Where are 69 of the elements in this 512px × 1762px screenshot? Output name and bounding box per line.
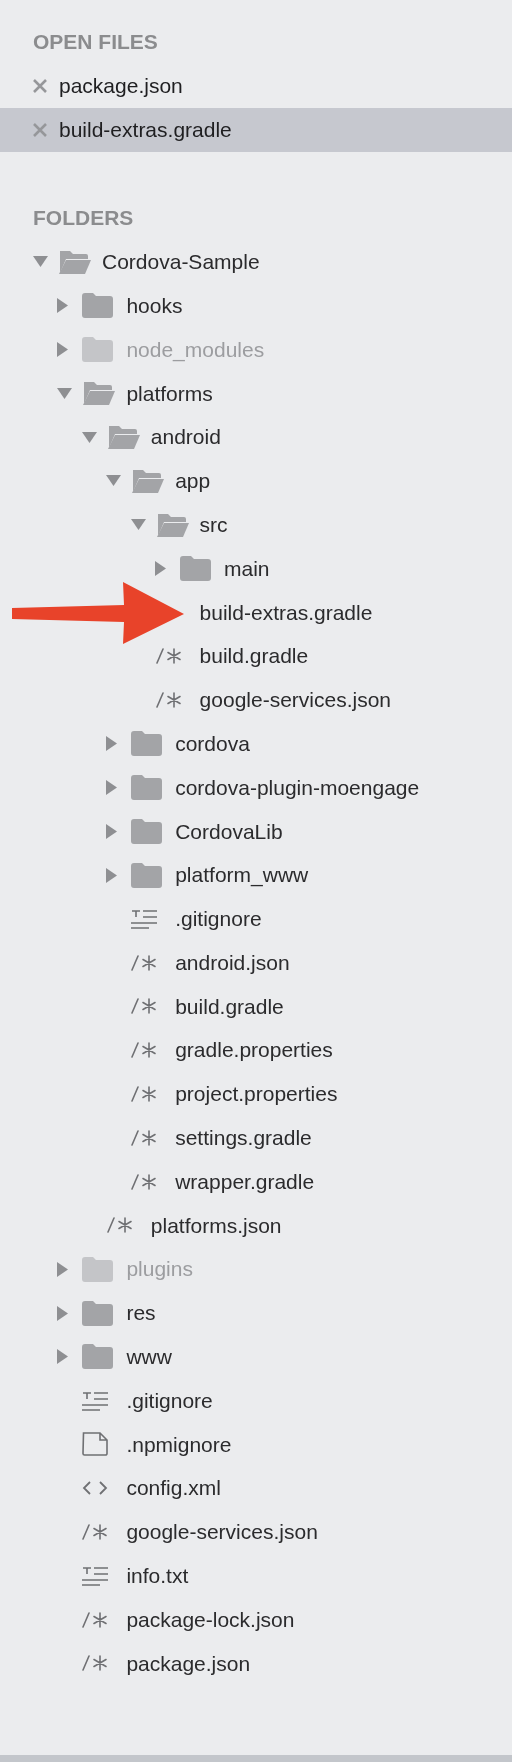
caret-right-icon[interactable] (155, 560, 166, 576)
tree-item[interactable]: res (126, 1297, 156, 1329)
tree-item[interactable]: platforms.json (150, 1209, 282, 1242)
code-file-icon (82, 1524, 109, 1540)
tree-item[interactable]: build.gradle (199, 640, 309, 672)
tree-item[interactable]: www (126, 1341, 172, 1373)
caret-right-icon[interactable] (57, 342, 69, 357)
open-file-tab[interactable]: build-extras.gradle (0, 108, 512, 152)
code-file-icon (131, 998, 158, 1015)
tree-item[interactable]: wrapper.gradle (175, 1165, 315, 1198)
code-file-icon (106, 1217, 133, 1234)
tree-item[interactable]: app (175, 465, 211, 497)
caret-down-icon[interactable] (106, 475, 122, 487)
caret-down-icon[interactable] (57, 387, 73, 399)
tree-item[interactable]: android.json (175, 946, 290, 979)
caret-right-icon[interactable] (57, 298, 69, 314)
section-heading: FOLDERS (33, 205, 134, 232)
tree-item[interactable]: .gitignore (126, 1384, 213, 1417)
code-file-icon (131, 1173, 158, 1190)
open-file-tab[interactable]: package.json (0, 64, 512, 108)
caret-right-icon[interactable] (106, 779, 118, 795)
tree-item[interactable]: hooks (126, 289, 183, 322)
code-file-icon (155, 691, 182, 708)
tree-item[interactable]: package.json (126, 1647, 251, 1680)
tree-item[interactable]: project.properties (175, 1078, 338, 1110)
close-icon[interactable] (33, 79, 47, 93)
tree-item[interactable]: build-extras.gradle (199, 596, 373, 628)
file-icon (82, 1432, 109, 1457)
tree-item[interactable]: .gitignore (175, 903, 262, 935)
tree-item[interactable]: google-services.json (199, 684, 392, 716)
code-brackets-icon (82, 1480, 109, 1497)
code-file-icon (155, 648, 182, 665)
tree-item[interactable]: .npmignore (126, 1428, 232, 1461)
close-icon[interactable] (33, 123, 47, 137)
tree-item[interactable]: main (224, 552, 270, 585)
caret-right-icon[interactable] (57, 1349, 69, 1365)
tree-item[interactable]: platform_www (175, 859, 309, 891)
code-file-icon (82, 1655, 109, 1672)
tree-item[interactable]: google-services.json (126, 1516, 318, 1548)
tree-item[interactable]: android (150, 421, 221, 453)
caret-down-icon[interactable] (81, 431, 97, 443)
tree-item[interactable]: cordova-plugin-moengage (175, 771, 420, 804)
text-file-icon (131, 908, 158, 929)
caret-right-icon[interactable] (106, 823, 118, 839)
tree-item[interactable]: CordovaLib (175, 815, 283, 847)
caret-right-icon[interactable] (106, 736, 118, 752)
code-file-icon (131, 1042, 158, 1059)
caret-right-icon[interactable] (57, 1261, 69, 1277)
section-heading: OPEN FILES (33, 29, 158, 56)
code-file-icon (131, 1129, 158, 1146)
caret-right-icon[interactable] (106, 867, 118, 883)
tree-item[interactable]: src (199, 508, 228, 541)
caret-down-icon[interactable] (130, 519, 146, 531)
caret-down-icon[interactable] (33, 256, 48, 268)
text-file-icon (82, 1390, 109, 1411)
tree-item[interactable]: package-lock.json (126, 1603, 295, 1636)
code-file-icon (131, 954, 158, 971)
tree-item[interactable]: cordova (175, 727, 250, 760)
tree-item[interactable]: settings.gradle (175, 1122, 312, 1154)
tree-item[interactable]: Cordova-Sample (102, 246, 260, 278)
tree-item[interactable]: config.xml (126, 1472, 221, 1504)
tree-item[interactable]: platforms (126, 377, 213, 410)
code-file-icon (82, 1611, 109, 1628)
tree-item[interactable]: build.gradle (175, 990, 284, 1023)
code-file-icon (131, 1086, 158, 1103)
text-file-icon (82, 1565, 109, 1586)
caret-right-icon[interactable] (57, 1305, 69, 1321)
tree-item[interactable]: info.txt (126, 1560, 189, 1592)
tree-item[interactable]: gradle.properties (175, 1034, 333, 1066)
